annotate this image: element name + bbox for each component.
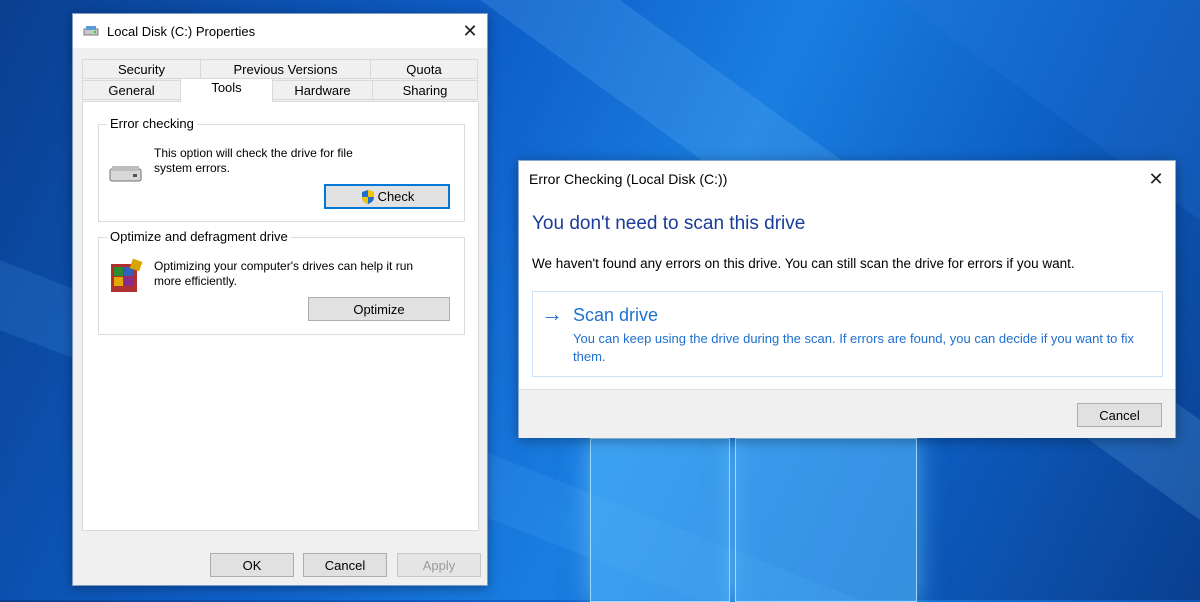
cancel-button[interactable]: Cancel	[303, 553, 387, 577]
properties-title: Local Disk (C:) Properties	[107, 23, 256, 39]
error-checking-desc-line2: system errors.	[154, 161, 231, 175]
properties-titlebar[interactable]: Local Disk (C:) Properties ✕	[73, 14, 487, 48]
tab-quota[interactable]: Quota	[370, 59, 478, 79]
dialog-footer: Cancel	[519, 389, 1175, 438]
optimize-group: Optimize and defragment drive Optimizing…	[98, 229, 465, 335]
close-icon[interactable]: ✕	[1137, 161, 1175, 197]
error-checking-heading: You don't need to scan this drive	[532, 213, 806, 234]
error-checking-message: We haven't found any errors on this driv…	[532, 256, 1075, 271]
check-button-label: Check	[377, 189, 415, 204]
close-icon[interactable]: ✕	[453, 14, 487, 48]
error-checking-group: Error checking This option will check th…	[98, 116, 465, 222]
error-checking-desc-line1: This option will check the drive for fil…	[154, 146, 353, 160]
apply-button[interactable]: Apply	[397, 553, 481, 577]
error-checking-dialog: Error Checking (Local Disk (C:)) ✕ You d…	[518, 160, 1176, 438]
tab-previous-versions[interactable]: Previous Versions	[200, 59, 371, 79]
defrag-icon	[109, 258, 145, 297]
cancel-button[interactable]: Cancel	[1077, 403, 1162, 427]
tab-general[interactable]: General	[82, 80, 181, 100]
optimize-button[interactable]: Optimize	[308, 297, 450, 321]
tab-strip: Security Previous Versions Quota General…	[82, 59, 479, 102]
properties-dialog: Local Disk (C:) Properties ✕ Security Pr…	[72, 13, 488, 586]
optimize-desc-line2: more efficiently.	[154, 274, 237, 288]
scan-drive-title: Scan drive	[573, 305, 659, 325]
scan-drive-link[interactable]: → Scan drive You can keep using the driv…	[532, 291, 1163, 377]
check-button[interactable]: Check	[324, 184, 450, 209]
error-checking-description: This option will check the drive for fil…	[154, 146, 353, 176]
tab-sharing[interactable]: Sharing	[372, 80, 478, 100]
error-checking-title: Error Checking (Local Disk (C:))	[529, 171, 728, 187]
optimize-description: Optimizing your computer's drives can he…	[154, 259, 413, 289]
ok-button[interactable]: OK	[210, 553, 294, 577]
hard-drive-icon	[109, 163, 143, 188]
error-checking-legend: Error checking	[107, 116, 197, 131]
tab-tools[interactable]: Tools	[180, 78, 273, 102]
optimize-legend: Optimize and defragment drive	[107, 229, 291, 244]
tab-security[interactable]: Security	[82, 59, 201, 79]
uac-shield-icon	[360, 189, 376, 205]
scan-drive-note: You can keep using the drive during the …	[573, 331, 1135, 364]
optimize-desc-line1: Optimizing your computer's drives can he…	[154, 259, 414, 273]
arrow-right-icon: →	[541, 301, 563, 326]
drive-icon	[83, 23, 99, 39]
tools-tab-panel: Error checking This option will check th…	[82, 101, 479, 531]
tab-hardware[interactable]: Hardware	[272, 80, 373, 100]
error-checking-titlebar[interactable]: Error Checking (Local Disk (C:)) ✕	[519, 161, 1175, 197]
windows-logo	[590, 438, 917, 602]
